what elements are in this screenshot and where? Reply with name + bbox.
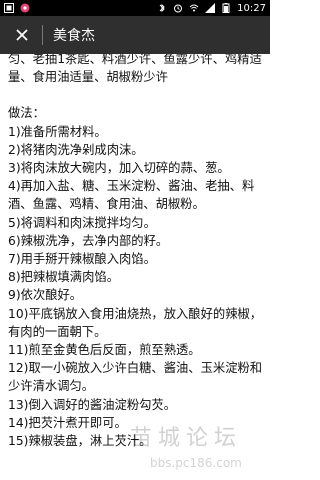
step-line: 12)取一小碗放入少许白糖、酱油、玉米淀粉和 — [8, 361, 263, 376]
signal-icon — [205, 3, 216, 13]
status-time: 10:27 — [237, 2, 266, 14]
app-bar: 美食杰 — [0, 16, 270, 54]
ingredients-line: 量、食用油适量、胡椒粉少许 — [8, 70, 168, 85]
wifi-icon — [189, 4, 199, 12]
step-line: 5)将调料和肉沫搅拌均匀。 — [8, 215, 156, 230]
step-line: 10)平底锅放入食用油烧热，放入酿好的辣椒， — [8, 306, 263, 321]
app-bar-divider — [42, 25, 43, 45]
step-line: 酒、鱼露、鸡精、食用油、胡椒粉。 — [8, 197, 205, 212]
step-line: 15)辣椒装盘，淋上芡汁。 — [8, 434, 152, 449]
step-line: 4)再加入盐、糖、玉米淀粉、酱油、老抽、料 — [8, 179, 255, 194]
close-icon — [16, 29, 28, 41]
status-left — [4, 3, 30, 13]
step-line: 1)准备所需材料。 — [8, 124, 107, 139]
step-line: 9)依次酿好。 — [8, 288, 83, 303]
ingredients-line: 匀、老抽1茶匙、料酒少许、鱼露少许、鸡精适 — [8, 54, 262, 66]
step-line: 2)将猪肉洗净剁成肉沫。 — [8, 142, 144, 157]
app-badge-icon — [4, 3, 14, 13]
recipe-content: 匀、老抽1茶匙、料酒少许、鱼露少许、鸡精适 量、食用油适量、胡椒粉少许 做法： … — [0, 54, 270, 480]
alarm-icon — [174, 4, 183, 13]
battery-icon — [222, 3, 230, 13]
status-bar: 10:27 — [0, 0, 270, 16]
flower-icon — [20, 3, 30, 13]
app-title: 美食杰 — [53, 28, 95, 44]
step-line: 8)把辣椒填满肉馅。 — [8, 270, 119, 285]
step-line: 少许清水调匀。 — [8, 379, 95, 394]
close-button[interactable] — [10, 23, 34, 47]
step-line: 7)用手掰开辣椒酿入肉馅。 — [8, 252, 156, 267]
bluetooth-icon — [159, 3, 165, 13]
step-line: 14)把芡汁煮开即可。 — [8, 415, 127, 430]
step-line: 13)倒入调好的酱油淀粉勾芡。 — [8, 397, 177, 412]
step-line: 6)辣椒洗净，去净内部的籽。 — [8, 233, 169, 248]
status-right: 10:27 — [157, 3, 266, 14]
step-line: 3)将肉沫放大碗内，加入切碎的蒜、葱。 — [8, 161, 230, 176]
step-line: 有肉的一面朝下。 — [8, 324, 107, 339]
step-line: 11)煎至金黄色后反面，煎至熟透。 — [8, 343, 201, 358]
method-title: 做法： — [8, 106, 45, 121]
